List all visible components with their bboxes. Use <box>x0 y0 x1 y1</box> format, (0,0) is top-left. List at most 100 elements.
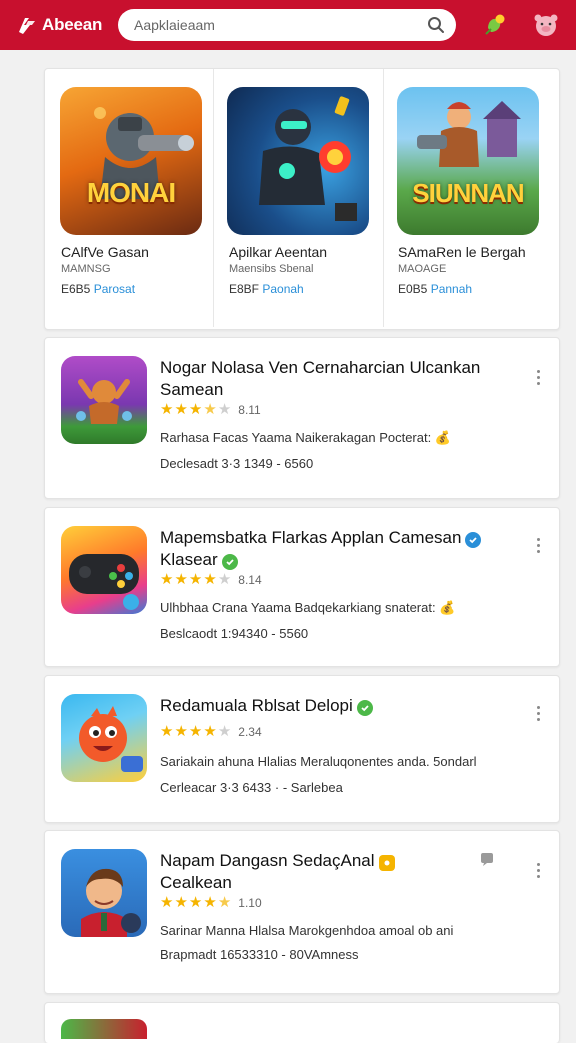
more-options-icon[interactable] <box>531 536 545 554</box>
more-options-icon[interactable] <box>531 704 545 722</box>
app-title-text: Nogar Nolasa Ven Cernaharcian Ulcankan S… <box>160 358 481 399</box>
more-options-icon[interactable] <box>531 861 545 879</box>
featured-app-subtitle: MAMNSG <box>61 263 111 275</box>
rating-value: 1.10 <box>238 895 262 910</box>
app-description: Sariakain ahuna Hlalias Meraluqonentes a… <box>160 754 477 769</box>
star-icon: ★ <box>203 894 217 911</box>
app-icon[interactable] <box>61 849 147 937</box>
featured-app-code: E6B5 <box>61 282 91 296</box>
app-meta: Cerleacar 3·3 6433 · - Sarlebea <box>160 780 343 795</box>
star-icon: ★ <box>160 571 174 588</box>
app-list-item[interactable]: Nogar Nolasa Ven Cernaharcian Ulcankan S… <box>44 337 560 499</box>
featured-thumb-title: SIUNNAN <box>412 178 524 208</box>
featured-app-title: Apilkar Aeentan <box>229 244 328 260</box>
brand-mark-icon <box>16 14 38 36</box>
app-title: Mapemsbatka Flarkas Applan Camesan Klase… <box>160 527 490 571</box>
featured-app-item[interactable]: SIUNNAN SAmaRen le Bergah MAOAGE E0B5 Pa… <box>384 69 552 327</box>
app-title-text: Mapemsbatka Flarkas Applan Camesan <box>160 528 462 547</box>
app-title-text: Klasear <box>160 550 218 569</box>
check-badge-icon <box>356 700 373 716</box>
brand-name: Abeean <box>42 15 103 34</box>
star-half-icon: ★ <box>203 401 217 418</box>
app-description: Rarhasa Facas Yaama Naikerakagan Poctera… <box>160 430 452 445</box>
star-icon: ★ <box>174 894 188 911</box>
star-icon: ★ <box>160 723 174 740</box>
star-icon: ★ <box>174 723 188 740</box>
featured-app-thumbnail[interactable]: SIUNNAN <box>397 87 539 235</box>
app-rating: ★ ★ ★ ★ ★ 8.11 <box>160 402 261 417</box>
app-icon[interactable] <box>61 356 147 444</box>
app-rating: ★ ★ ★ ★ ★ 8.14 <box>160 572 262 587</box>
star-icon: ★ <box>217 723 232 740</box>
star-icon: ★ <box>188 571 203 588</box>
star-icon: ★ <box>160 894 174 911</box>
app-meta: Brapmadt 16533310 - 80VAmness <box>160 947 359 962</box>
featured-app-item[interactable]: MONAI CAlfVe Gasan MAMNSG E6B5 Parosat <box>45 69 213 327</box>
star-icon: ★ <box>188 401 203 418</box>
more-options-icon[interactable] <box>531 368 545 386</box>
app-title-text: Napam Dangasn SedaçAnal <box>160 851 375 870</box>
star-icon: ★ <box>188 723 203 740</box>
featured-app-meta: E8BF Paonah <box>229 282 304 296</box>
rating-value: 8.14 <box>238 572 262 587</box>
app-title-text: Redamuala Rblsat Delopi <box>160 696 353 715</box>
check-badge-icon <box>221 554 238 570</box>
search-input[interactable] <box>132 16 426 34</box>
app-rating: ★ ★ ★ ★ ★ 1.10 <box>160 895 262 910</box>
app-list-item[interactable]: Redamuala Rblsat Delopi ★ ★ ★ ★ ★ 2.34 Saria… <box>44 675 560 823</box>
featured-app-subtitle: Maensibs Sbenal <box>229 263 314 275</box>
star-icon: ★ <box>217 571 232 588</box>
star-icon: ★ <box>160 401 174 418</box>
app-title: Napam Dangasn SedaçAnal Cealkean <box>160 850 490 894</box>
rating-value: 2.34 <box>238 724 262 739</box>
star-rating: ★ ★ ★ ★ ★ <box>160 572 232 587</box>
rating-value: 8.11 <box>238 402 261 417</box>
star-icon: ★ <box>174 401 188 418</box>
featured-app-item[interactable]: Apilkar Aeentan Maensibs Sbenal E8BF Pao… <box>214 69 382 327</box>
premium-badge-icon <box>378 855 395 871</box>
app-rating: ★ ★ ★ ★ ★ 2.34 <box>160 724 262 739</box>
featured-app-code: E8BF <box>229 282 260 296</box>
chat-bubble-icon[interactable] <box>479 853 495 867</box>
app-description: Sarinar Manna Hlalsa Marokgenhdoa amoal … <box>160 923 454 938</box>
star-icon: ★ <box>217 401 232 418</box>
star-icon: ★ <box>188 894 203 911</box>
featured-app-code: E0B5 <box>398 282 428 296</box>
featured-app-thumbnail[interactable] <box>227 87 369 235</box>
app-list-item[interactable]: Napam Dangasn SedaçAnal Cealkean ★ ★ ★ ★ ★ 1… <box>44 830 560 994</box>
app-icon[interactable] <box>61 526 147 614</box>
app-title: Redamuala Rblsat Delopi <box>160 695 490 717</box>
brand-logo[interactable]: Abeean <box>16 14 112 36</box>
app-icon[interactable] <box>61 694 147 782</box>
top-app-bar: Abeean <box>0 0 576 50</box>
verified-badge-icon <box>465 532 482 548</box>
featured-apps-card: MONAI CAlfVe Gasan MAMNSG E6B5 Parosat A… <box>44 68 560 330</box>
notification-icon[interactable] <box>480 10 510 40</box>
star-icon: ★ <box>203 571 217 588</box>
featured-app-price: Pannah <box>430 282 473 296</box>
star-rating: ★ ★ ★ ★ ★ <box>160 724 232 739</box>
featured-thumb-title: MONAI <box>86 177 176 208</box>
app-title-text: Cealkean <box>160 873 232 892</box>
star-half-icon: ★ <box>217 894 232 911</box>
app-meta: Declesadt 3·3 1349 - 6560 <box>160 456 314 471</box>
search-bar[interactable] <box>118 9 456 41</box>
featured-app-price: Parosat <box>93 282 136 296</box>
featured-app-thumbnail[interactable]: MONAI <box>60 87 202 235</box>
star-rating: ★ ★ ★ ★ ★ <box>160 895 232 910</box>
app-icon[interactable] <box>61 1019 147 1039</box>
app-description: Ulhbhaa Crana Yaama Badqekarkiang snater… <box>160 600 456 615</box>
app-list-item[interactable]: Mapemsbatka Flarkas Applan Camesan Klase… <box>44 507 560 667</box>
search-icon[interactable] <box>426 15 446 35</box>
featured-app-price: Paonah <box>262 282 304 296</box>
star-rating: ★ ★ ★ ★ ★ <box>160 402 232 417</box>
featured-app-subtitle: MAOAGE <box>398 263 447 275</box>
featured-app-meta: E0B5 Pannah <box>398 282 472 296</box>
star-icon: ★ <box>203 723 217 740</box>
featured-app-title: SAmaRen le Bergah <box>398 244 526 260</box>
featured-app-meta: E6B5 Parosat <box>61 282 135 296</box>
app-list-item[interactable] <box>44 1002 560 1043</box>
featured-app-title: CAlfVe Gasan <box>61 244 149 260</box>
avatar-icon[interactable] <box>531 10 561 40</box>
star-icon: ★ <box>174 571 188 588</box>
